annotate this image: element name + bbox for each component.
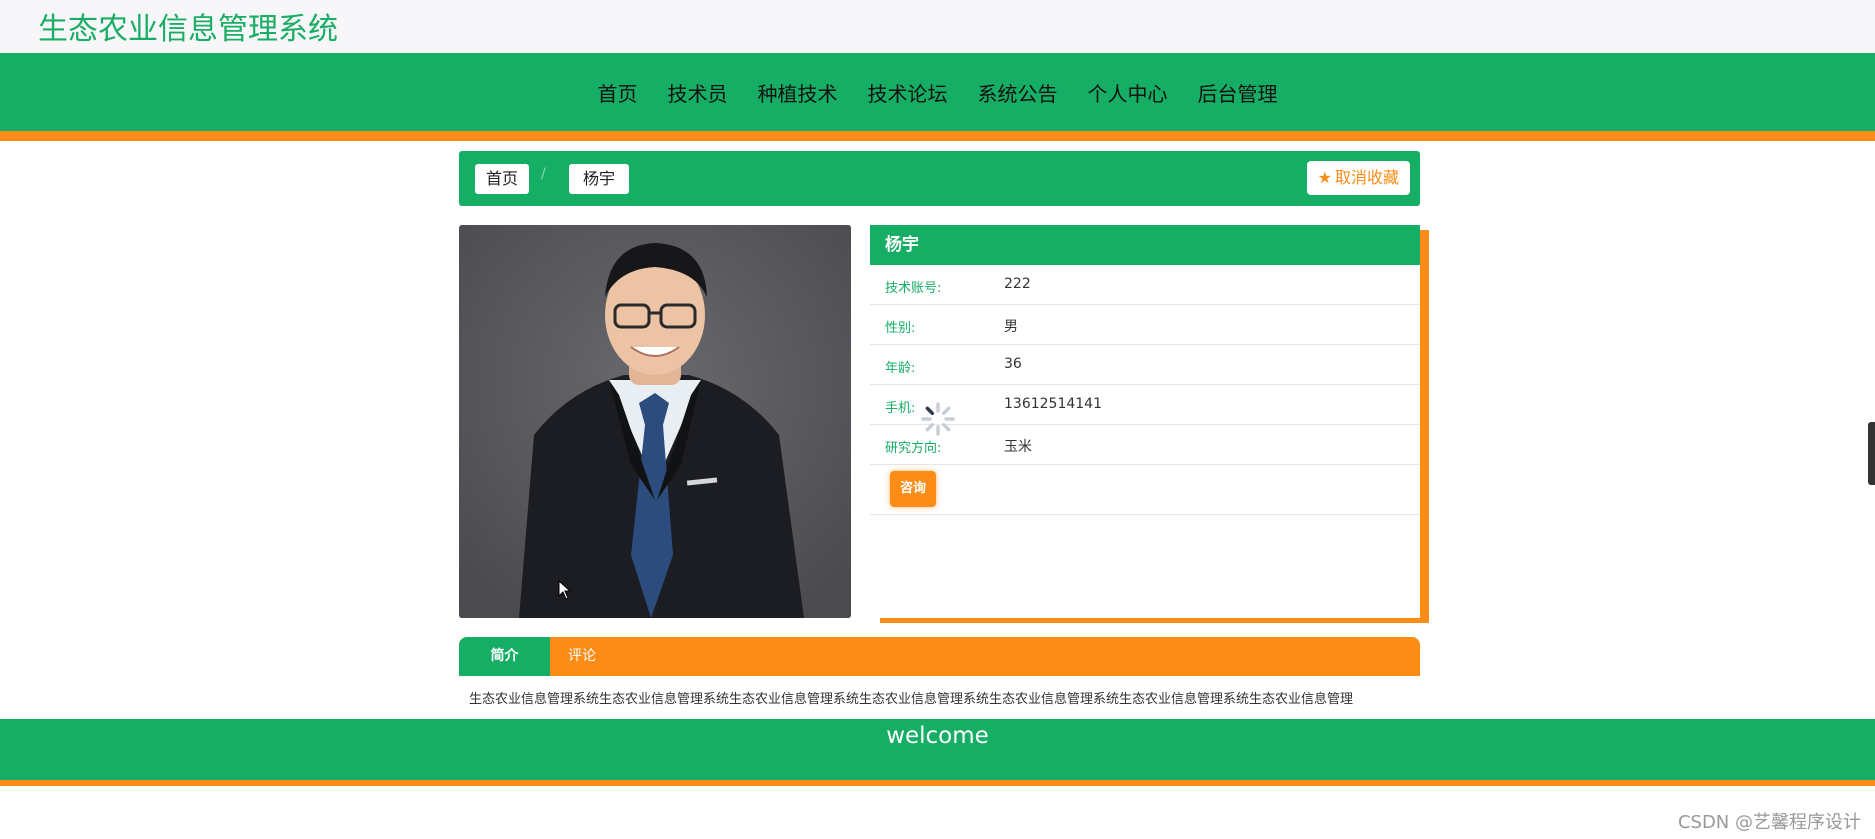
top-header: 生态农业信息管理系统 (0, 0, 1875, 53)
breadcrumb-separator: / (541, 166, 546, 182)
field-value: 男 (1004, 319, 1018, 335)
star-icon: ★ (1317, 168, 1332, 187)
loading-spinner-icon (921, 402, 955, 436)
nav-item-tech-forum[interactable]: 技术论坛 (868, 78, 948, 107)
footer-accent-stripe (0, 780, 1875, 786)
nav-item-announcements[interactable]: 系统公告 (978, 78, 1058, 107)
site-title: 生态农业信息管理系统 (38, 12, 338, 47)
technician-name: 杨宇 (870, 225, 1420, 265)
breadcrumb-current[interactable]: 杨宇 (569, 164, 630, 194)
intro-content: 生态农业信息管理系统生态农业信息管理系统生态农业信息管理系统生态农业信息管理系统… (469, 692, 1354, 707)
field-label: 研究方向: (885, 441, 942, 456)
tab-intro[interactable]: 简介 (459, 637, 550, 676)
footer-welcome: welcome (886, 723, 989, 749)
consult-button[interactable]: 咨询 (890, 471, 936, 507)
breadcrumb: 首页 / 杨宇 ★ 取消收藏 (459, 151, 1420, 206)
field-label: 技术账号: (885, 281, 942, 296)
unfavorite-label: 取消收藏 (1334, 168, 1399, 187)
nav-item-admin[interactable]: 后台管理 (1198, 78, 1278, 107)
breadcrumb-home-link[interactable]: 首页 (475, 164, 530, 194)
nav-item-planting-tech[interactable]: 种植技术 (758, 78, 838, 107)
info-row-age: 年龄: 36 (870, 345, 1420, 385)
field-label: 性别: (885, 321, 916, 336)
info-row-gender: 性别: 男 (870, 305, 1420, 345)
nav-item-personal-center[interactable]: 个人中心 (1088, 78, 1168, 107)
tab-comment[interactable]: 评论 (568, 637, 596, 676)
detail-tabs: 简介 评论 (459, 637, 1420, 676)
consult-row: 咨询 (870, 465, 1420, 515)
footer: welcome (0, 719, 1875, 780)
unfavorite-button[interactable]: ★ 取消收藏 (1306, 161, 1410, 195)
scrollbar-thumb[interactable] (1868, 422, 1875, 485)
field-label: 手机: (885, 401, 916, 416)
main-nav: 首页 技术员 种植技术 技术论坛 系统公告 个人中心 后台管理 (0, 53, 1875, 131)
watermark: CSDN @艺馨程序设计 (1677, 812, 1861, 833)
field-value: 13612514141 (1004, 396, 1102, 412)
field-label: 年龄: (885, 361, 916, 376)
technician-photo (459, 225, 851, 618)
nav-item-technicians[interactable]: 技术员 (668, 78, 728, 107)
nav-item-home[interactable]: 首页 (598, 78, 638, 107)
mouse-cursor-icon (558, 580, 572, 600)
info-row-account: 技术账号: 222 (870, 265, 1420, 305)
field-value: 玉米 (1004, 439, 1032, 455)
field-value: 36 (1004, 356, 1022, 372)
nav-accent-stripe (0, 131, 1875, 141)
field-value: 222 (1004, 276, 1031, 292)
